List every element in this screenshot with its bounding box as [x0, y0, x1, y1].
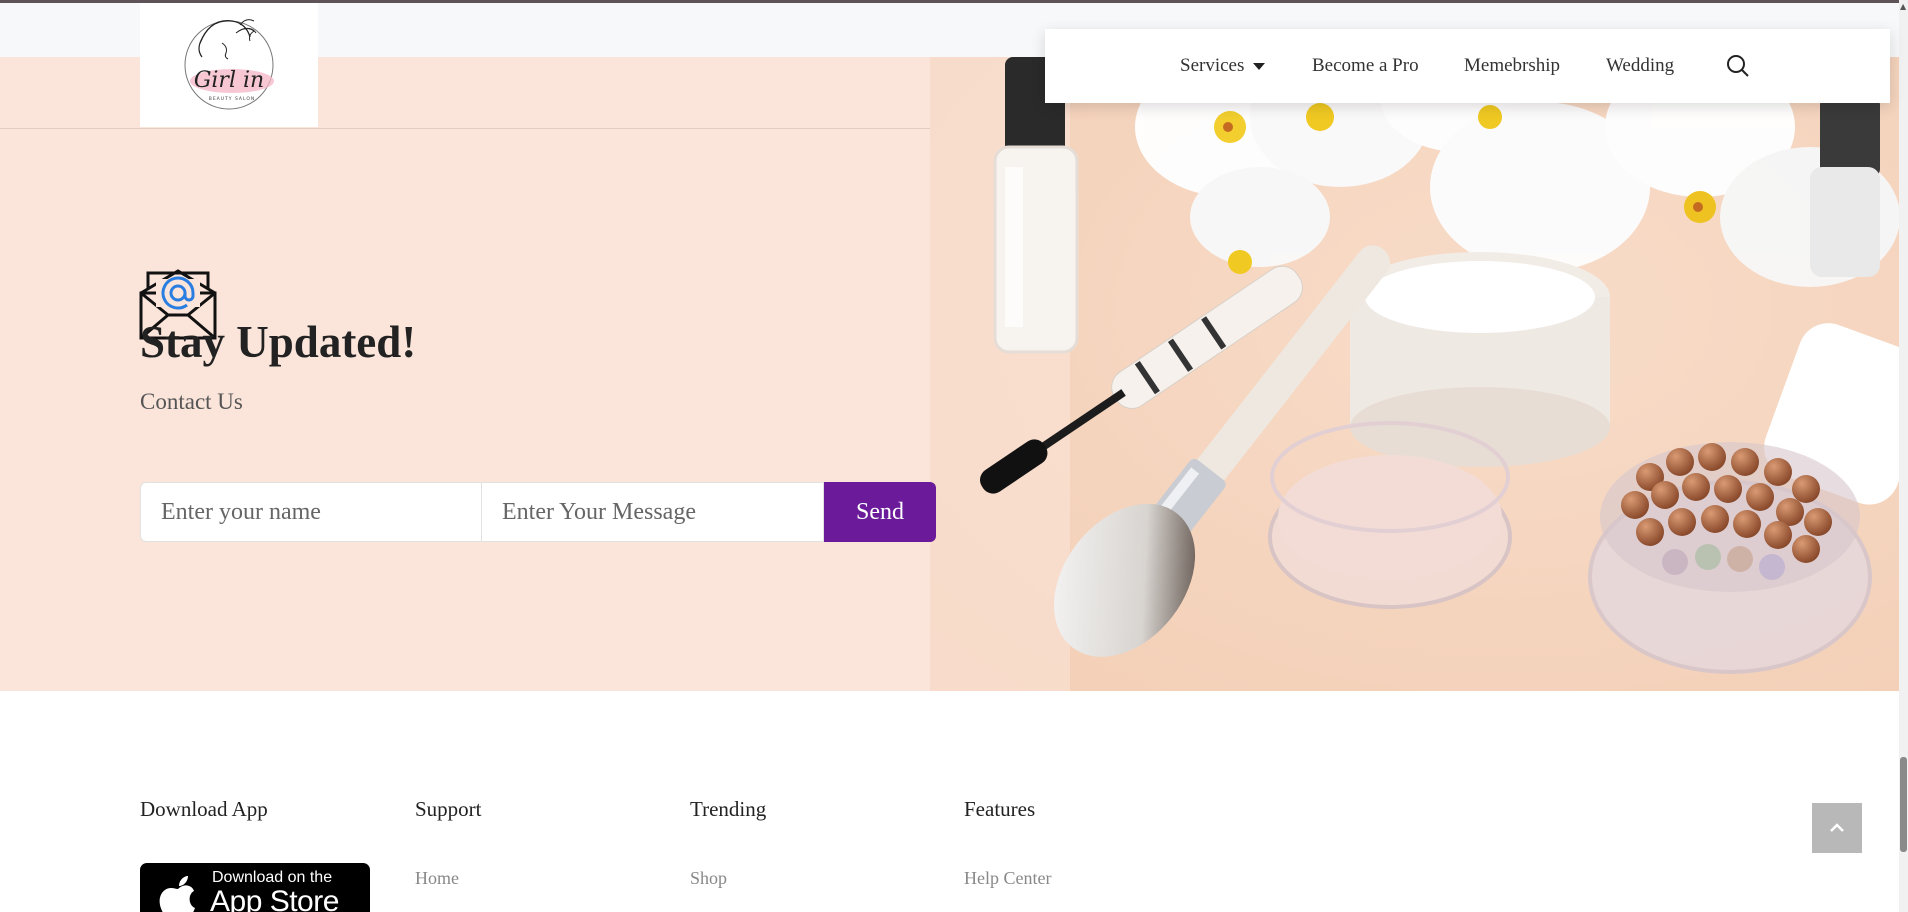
chevron-up-icon — [1830, 823, 1844, 832]
brand-logo[interactable]: Girl in BEAUTY SALON — [140, 3, 318, 127]
caret-down-icon — [1253, 63, 1266, 71]
name-input[interactable] — [140, 482, 482, 542]
footer-link-shop[interactable]: Shop — [690, 868, 727, 889]
nav-item-wedding[interactable]: Wedding — [1606, 55, 1674, 77]
main-nav: Services Become a Pro Memebrship Wedding — [1045, 29, 1890, 103]
nav-item-services[interactable]: Services — [1180, 55, 1266, 77]
footer-heading-download-app: Download App — [140, 797, 268, 821]
nav-item-become-a-pro[interactable]: Become a Pro — [1312, 55, 1419, 77]
newsletter-title: Stay Updated! — [140, 317, 417, 367]
app-store-big-text: App Store — [210, 885, 339, 912]
send-button[interactable]: Send — [824, 482, 936, 542]
contact-form: Send — [140, 482, 936, 542]
back-to-top-button[interactable] — [1812, 803, 1862, 853]
footer-heading-support: Support — [415, 797, 482, 821]
newsletter-section: Stay Updated! Contact Us Send — [0, 57, 1899, 691]
logo-text: Girl in — [194, 68, 264, 93]
scrollbar-thumb[interactable] — [1900, 757, 1907, 852]
footer-heading-features: Features — [964, 797, 1036, 821]
apple-icon — [159, 876, 195, 912]
footer-link-home[interactable]: Home — [415, 868, 459, 889]
search-icon[interactable] — [1725, 53, 1751, 79]
message-input[interactable] — [482, 482, 824, 542]
footer-link-help-center[interactable]: Help Center — [964, 868, 1051, 889]
logo-mark: Girl in BEAUTY SALON — [184, 19, 274, 110]
cosmetics-photo — [930, 57, 1899, 691]
nav-label-services: Services — [1180, 55, 1245, 76]
newsletter-subtitle: Contact Us — [140, 389, 243, 414]
scroll-up-arrow-icon[interactable]: ▲ — [1900, 2, 1906, 11]
nav-item-membership[interactable]: Memebrship — [1464, 55, 1560, 77]
app-store-badge[interactable]: Download on the App Store — [140, 863, 370, 912]
footer-heading-trending: Trending — [690, 797, 767, 821]
logo-subtext: BEAUTY SALON — [209, 96, 256, 102]
